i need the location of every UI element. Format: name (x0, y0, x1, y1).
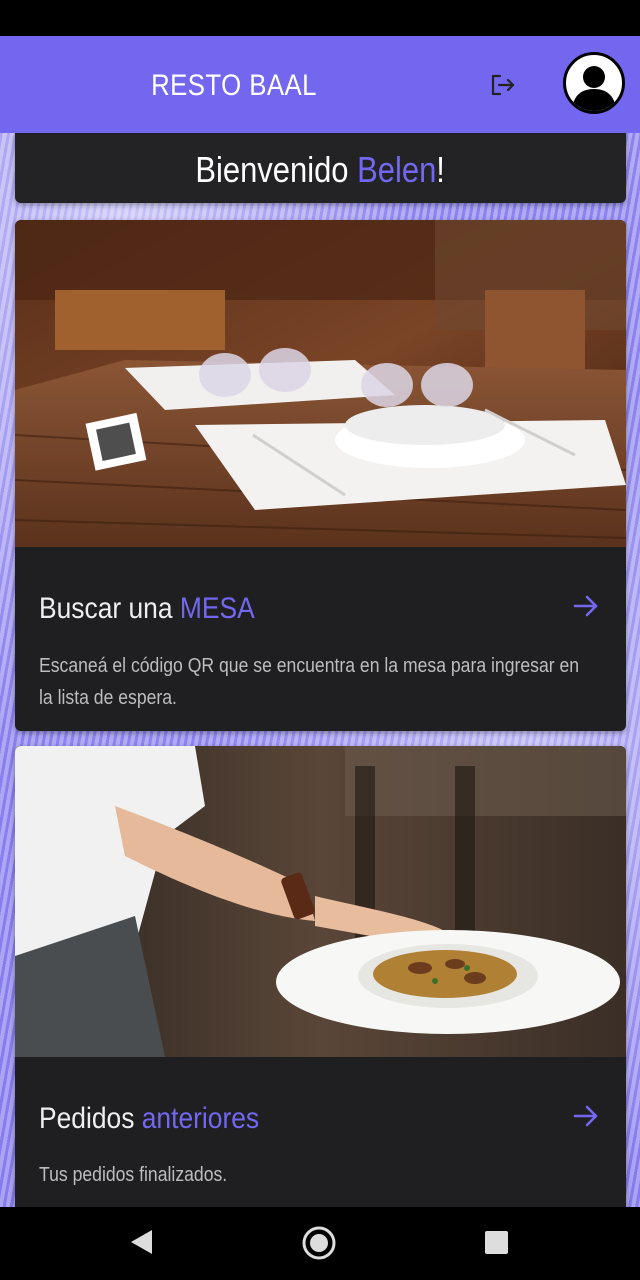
previous-orders-card[interactable]: Pedidos anteriores Tus pedidos finalizad… (15, 746, 626, 1207)
app-bar: RESTO BAAL (0, 36, 640, 133)
waiter-serving-image (15, 746, 626, 1057)
previous-orders-title-prefix: Pedidos (39, 1102, 142, 1135)
welcome-prefix: Bienvenido (195, 149, 358, 190)
android-nav-bar (0, 1207, 640, 1280)
search-table-title-accent: MESA (179, 592, 255, 625)
logout-icon[interactable] (487, 70, 517, 100)
restaurant-table-image (15, 220, 626, 547)
previous-orders-description: Tus pedidos finalizados. (39, 1164, 228, 1186)
user-avatar-icon[interactable] (563, 52, 625, 114)
app-title: RESTO BAAL (151, 69, 317, 102)
back-triangle-icon[interactable] (128, 1227, 154, 1262)
welcome-user-name: Belen (357, 149, 437, 190)
welcome-suffix: ! (436, 149, 446, 190)
main-content: Bienvenido Belen! Buscar una MESA Escane… (0, 133, 640, 1207)
search-table-card[interactable]: Buscar una MESA Escaneá el código QR que… (15, 220, 626, 731)
arrow-right-icon[interactable] (572, 592, 600, 620)
home-circle-icon[interactable] (302, 1226, 336, 1265)
status-bar (0, 0, 640, 36)
search-table-title: Buscar una MESA (39, 592, 255, 626)
welcome-banner: Bienvenido Belen! (15, 133, 626, 203)
previous-orders-title: Pedidos anteriores (39, 1102, 259, 1136)
search-table-title-prefix: Buscar una (39, 592, 180, 625)
search-table-description: Escaneá el código QR que se encuentra en… (39, 655, 580, 709)
previous-orders-title-accent: anteriores (141, 1102, 260, 1135)
arrow-right-icon[interactable] (572, 1102, 600, 1130)
recents-square-icon[interactable] (484, 1230, 510, 1261)
